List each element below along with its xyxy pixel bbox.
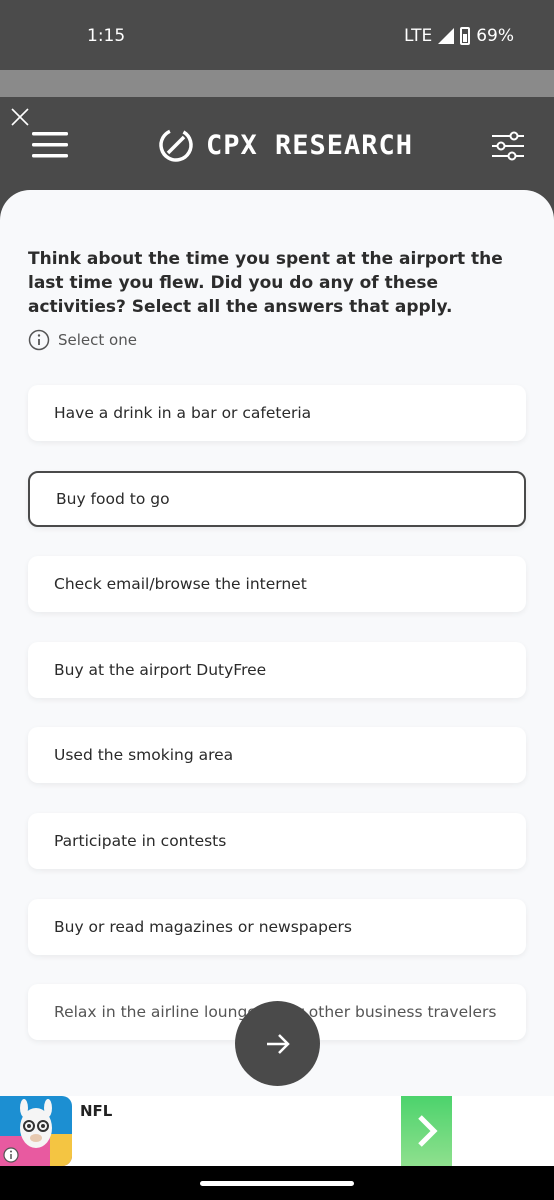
battery-label: 69% bbox=[476, 26, 514, 46]
signal-icon bbox=[438, 28, 455, 44]
battery-icon bbox=[460, 27, 471, 45]
chevron-right-icon bbox=[417, 1115, 438, 1147]
status-time: 1:15 bbox=[87, 26, 126, 46]
home-indicator[interactable] bbox=[200, 1181, 354, 1186]
ad-banner[interactable]: NFL bbox=[0, 1096, 554, 1166]
arrow-right-icon bbox=[266, 1033, 290, 1054]
question-text: Think about the time you spent at the ai… bbox=[28, 249, 503, 317]
status-bar: 1:15 LTE 69% bbox=[0, 0, 554, 70]
next-button[interactable] bbox=[235, 1001, 320, 1086]
ad-title: NFL bbox=[80, 1102, 113, 1120]
answer-option[interactable]: Check email/browse the internet bbox=[28, 556, 526, 612]
answer-option[interactable]: Have a drink in a bar or cafeteria bbox=[28, 385, 526, 441]
logo-icon bbox=[159, 128, 193, 162]
survey-card: Think about the time you spent at the ai… bbox=[0, 190, 554, 1096]
ad-info-icon[interactable] bbox=[3, 1147, 19, 1163]
answer-option-selected[interactable]: Buy food to go bbox=[28, 471, 526, 527]
browser-strip bbox=[0, 70, 554, 97]
filter-icon[interactable] bbox=[490, 131, 526, 161]
menu-icon[interactable] bbox=[32, 132, 68, 158]
answer-option[interactable]: Used the smoking area bbox=[28, 727, 526, 783]
answer-option[interactable]: Buy at the airport DutyFree bbox=[28, 642, 526, 698]
answer-option[interactable]: Participate in contests bbox=[28, 813, 526, 869]
select-hint: Select one bbox=[28, 329, 137, 351]
answer-option[interactable]: Buy or read magazines or newspapers bbox=[28, 899, 526, 955]
info-icon bbox=[28, 329, 50, 351]
select-hint-label: Select one bbox=[58, 331, 137, 349]
status-indicators: LTE 69% bbox=[404, 26, 514, 46]
system-nav-bar bbox=[0, 1166, 554, 1200]
ad-open-button[interactable] bbox=[401, 1096, 452, 1166]
brand-logo: CPX RESEARCH bbox=[158, 127, 413, 163]
network-label: LTE bbox=[403, 26, 433, 46]
close-icon[interactable] bbox=[10, 107, 30, 127]
brand-name: CPX RESEARCH bbox=[206, 129, 414, 161]
